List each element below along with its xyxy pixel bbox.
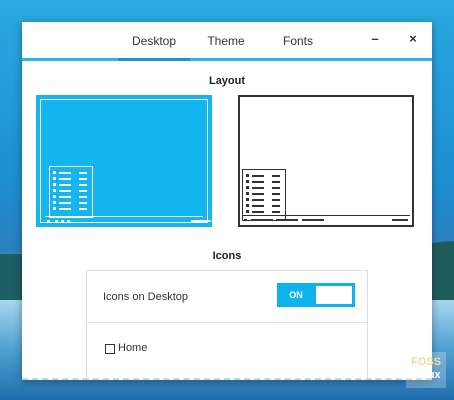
layout-option-2[interactable] <box>238 95 414 227</box>
watermark-line-2: Linux <box>411 369 441 381</box>
toggle-knob <box>316 286 352 304</box>
layout-preview-panel <box>242 215 410 223</box>
home-checkbox-label: Home <box>118 342 148 354</box>
toggle-state-text: ON <box>289 290 303 300</box>
tab-desktop[interactable]: Desktop <box>118 22 190 61</box>
layout-preview-frame <box>40 99 211 224</box>
tab-theme[interactable]: Theme <box>198 22 254 58</box>
layout-heading: Layout <box>208 75 246 87</box>
layout-option-1[interactable] <box>36 95 212 227</box>
layout-preview-menu <box>49 166 93 218</box>
icons-on-desktop-label: Icons on Desktop <box>103 291 188 303</box>
minimize-button[interactable]: – <box>366 30 384 48</box>
divider <box>87 322 367 323</box>
settings-window: Desktop Theme Fonts – × Layout Icons Ico… <box>22 22 432 380</box>
home-checkbox[interactable] <box>105 344 115 354</box>
tab-fonts[interactable]: Fonts <box>262 22 334 58</box>
layout-preview-panel <box>45 216 211 224</box>
watermark-logo: FOSS Linux <box>406 352 446 388</box>
title-bar: Desktop Theme Fonts – × <box>22 22 432 61</box>
icons-settings-panel: Icons on Desktop ON Home <box>86 270 368 378</box>
watermark-line-1: FOSS <box>411 356 441 368</box>
close-button[interactable]: × <box>404 30 422 48</box>
icons-heading: Icons <box>212 250 242 262</box>
icons-on-desktop-toggle[interactable]: ON <box>277 283 355 307</box>
layout-preview-menu <box>242 169 286 221</box>
